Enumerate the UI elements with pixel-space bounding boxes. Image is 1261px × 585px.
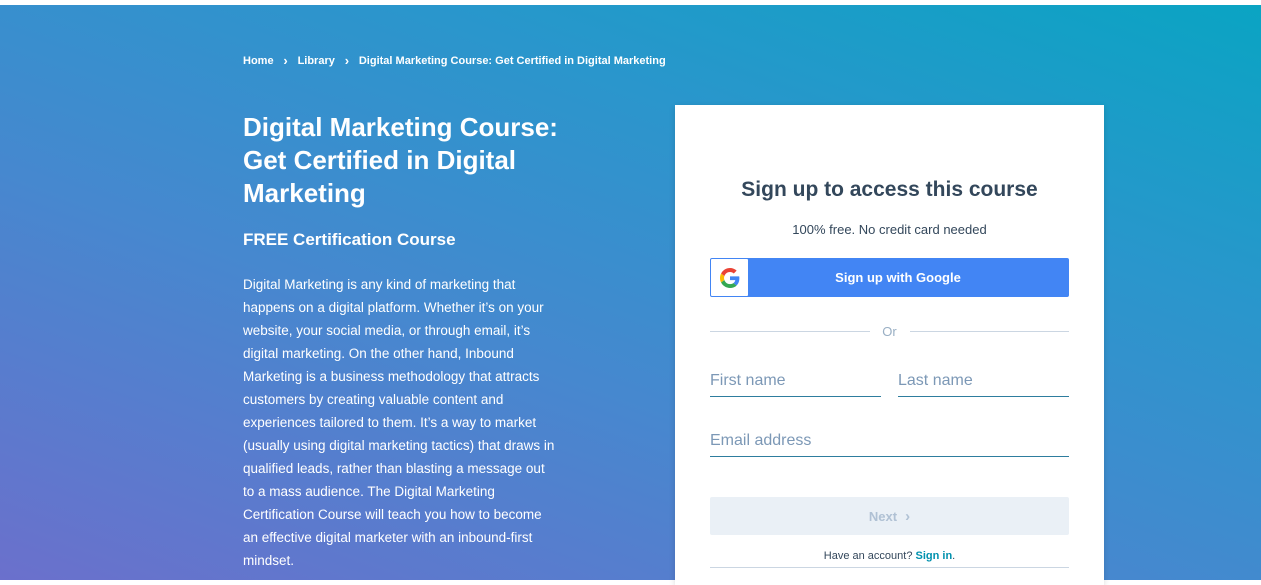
chevron-right-icon: › — [283, 53, 288, 68]
breadcrumb-home[interactable]: Home — [243, 55, 274, 67]
description-line: an effective digital marketer with an in… — [243, 530, 533, 545]
email-input[interactable] — [710, 432, 1069, 450]
description-line: digital marketing. On the other hand, In… — [243, 346, 514, 361]
email-field[interactable] — [710, 426, 1069, 457]
or-text: Or — [882, 323, 897, 339]
card-divider — [710, 567, 1069, 568]
sign-in-suffix: . — [952, 550, 956, 562]
breadcrumb-current: Digital Marketing Course: Get Certified … — [358, 55, 666, 67]
course-subtitle: FREE Certification Course — [243, 230, 456, 249]
chevron-right-icon: › — [344, 53, 350, 68]
have-account-row: Have an account? Sign in. — [675, 550, 1104, 562]
or-divider: Or — [710, 321, 1069, 341]
description-line: mindset. — [243, 553, 295, 568]
description-line: happens on a digital platform. Whether i… — [243, 300, 544, 315]
divider-line — [909, 330, 1069, 332]
next-button[interactable]: Next › — [710, 497, 1069, 535]
divider-line — [710, 330, 870, 332]
page-title: Digital Marketing Course: Get Certified … — [243, 111, 603, 210]
google-signup-button[interactable]: Sign up with Google — [710, 258, 1069, 297]
page-title-line: Digital Marketing Course: — [243, 112, 558, 142]
google-signup-label: Sign up with Google — [835, 270, 961, 285]
description-line: experiences tailored to them. It’s a way… — [243, 415, 537, 430]
page-title-line: Get Certified in Digital — [243, 145, 517, 175]
description-line: Certification Course will teach you how … — [243, 507, 542, 522]
sign-in-link[interactable]: Sign in — [916, 550, 953, 562]
last-name-field[interactable] — [898, 366, 1069, 397]
signup-card: Sign up to access this course 100% free.… — [675, 105, 1104, 585]
description-line: website, your social media, or through e… — [243, 323, 531, 338]
next-label: Next — [868, 508, 898, 524]
last-name-input[interactable] — [898, 372, 1069, 390]
description-line: qualified leads, rather than blasting a … — [243, 461, 545, 476]
breadcrumb-library[interactable]: Library — [298, 55, 335, 67]
signup-heading: Sign up to access this course — [741, 178, 1038, 201]
signup-lead: 100% free. No credit card needed — [792, 222, 987, 237]
first-name-field[interactable] — [710, 366, 881, 397]
description-line: customers by creating valuable content a… — [243, 392, 504, 407]
chevron-right-icon: › — [905, 507, 911, 525]
have-account-text: Have an account? — [823, 550, 913, 562]
page-title-line: Marketing — [243, 178, 366, 208]
description-line: Digital Marketing is any kind of marketi… — [243, 277, 516, 292]
description-line: to a mass audience. The Digital Marketin… — [243, 484, 495, 499]
description-line: Marketing is a business methodology that… — [243, 369, 540, 384]
breadcrumb: Home › Library › Digital Marketing Cours… — [243, 53, 666, 69]
course-description: Digital Marketing is any kind of marketi… — [243, 273, 588, 572]
description-line: (usually using digital marketing tactics… — [243, 438, 555, 453]
google-g-icon — [711, 259, 748, 296]
first-name-input[interactable] — [710, 372, 881, 390]
